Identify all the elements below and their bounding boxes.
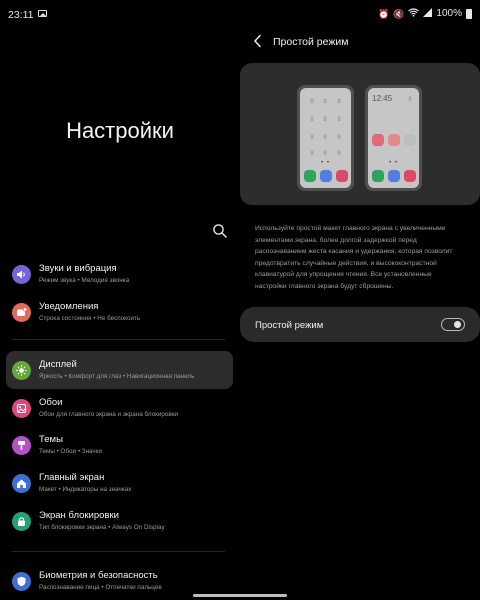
wifi-icon: [408, 8, 420, 19]
divider: [12, 339, 225, 340]
status-bar: 23:11 ⏰ 🔇 100%: [0, 0, 480, 28]
page-indicator: • •: [389, 160, 398, 166]
dock-app-icon: [388, 170, 400, 182]
shield-icon: [12, 572, 31, 591]
battery-icon: [466, 8, 472, 19]
large-app-icon: [404, 134, 416, 146]
notification-icon: [12, 303, 31, 322]
small-app-icon: 8: [310, 151, 314, 157]
standard-layout-phone: 8 8 8 8 8 8 8 8 8 8 8 8 • •: [297, 85, 354, 191]
item-title: Звуки и вибрация: [39, 263, 117, 274]
settings-item-notifications[interactable]: Уведомления Строка состояния • Не беспок…: [6, 293, 233, 331]
small-app-icon: 8: [337, 99, 341, 105]
easy-mode-description: Используйте простой макет главного экран…: [255, 225, 453, 290]
chevron-left-icon: [254, 34, 261, 48]
small-app-icon: 8: [337, 117, 341, 123]
settings-item-home-screen[interactable]: Главный экран Макет • Индикаторы на знач…: [6, 464, 233, 502]
item-subtitle: Тип блокировки экрана • Always On Displa…: [39, 524, 165, 531]
item-subtitle: Макет • Индикаторы на значках: [39, 486, 132, 493]
small-app-icon: 8: [323, 117, 327, 123]
wallpaper-icon: [12, 399, 31, 418]
item-title: Главный экран: [39, 472, 105, 483]
dock-app-icon: [336, 170, 348, 182]
easy-mode-toggle-row[interactable]: Простой режим: [240, 307, 480, 342]
dock-app-icon: [372, 170, 384, 182]
item-title: Дисплей: [39, 359, 77, 370]
toggle-label: Простой режим: [255, 320, 324, 331]
phone-screen: 12:45 8 • •: [368, 88, 419, 188]
search-button[interactable]: [211, 222, 229, 240]
mute-icon: 🔇: [393, 8, 405, 19]
battery-percent: 100%: [436, 8, 462, 19]
item-title: Обои: [39, 397, 63, 408]
item-title: Экран блокировки: [39, 510, 119, 521]
small-app-icon: 8: [323, 151, 327, 157]
search-icon: [213, 224, 227, 238]
gesture-bar[interactable]: [193, 594, 287, 597]
dock-app-icon: [404, 170, 416, 182]
settings-item-sounds[interactable]: Звуки и вибрация Режим звука • Мелодия з…: [6, 255, 233, 293]
settings-item-themes[interactable]: Темы Темы • Обои • Значки: [6, 426, 233, 464]
small-app-icon: 8: [323, 99, 327, 105]
small-app-icon: 8: [310, 117, 314, 123]
page-title: Настройки: [66, 118, 174, 143]
alarm-icon: ⏰: [377, 8, 390, 19]
dock-app-icon: [320, 170, 332, 182]
item-subtitle: Обои для главного экрана и экрана блокир…: [39, 411, 178, 418]
item-title: Темы: [39, 434, 63, 445]
easy-mode-phone: 12:45 8 • •: [365, 85, 422, 191]
small-app-icon: 8: [310, 99, 314, 105]
item-title: Биометрия и безопасность: [39, 570, 158, 581]
detail-title: Простой режим: [273, 36, 349, 48]
item-subtitle: Строка состояния • Не беспокоить: [39, 315, 141, 322]
easy-mode-switch[interactable]: [441, 318, 465, 331]
settings-item-display[interactable]: Дисплей Яркость • Комфорт для глаз • Нав…: [6, 351, 233, 389]
item-subtitle: Темы • Обои • Значки: [39, 448, 102, 455]
back-button[interactable]: [250, 33, 266, 49]
page-indicator: • •: [321, 160, 330, 166]
item-subtitle: Режим звука • Мелодия звонка: [39, 277, 130, 284]
easy-mode-preview: 8 8 8 8 8 8 8 8 8 8 8 8 • • 12:45 8 • •: [240, 63, 480, 205]
home-icon: [12, 474, 31, 493]
large-app-icon: [388, 134, 400, 146]
item-subtitle: Распознавание лица • Отпечатки пальцев: [39, 584, 162, 591]
small-app-icon: 8: [337, 151, 341, 157]
settings-item-lock-screen[interactable]: Экран блокировки Тип блокировки экрана •…: [6, 502, 233, 540]
large-app-icon: [372, 134, 384, 146]
item-title: Уведомления: [39, 301, 99, 312]
small-app-icon: 8: [323, 135, 327, 141]
switch-knob: [454, 320, 461, 328]
volume-icon: [12, 265, 31, 284]
status-icons: ⏰ 🔇 100%: [378, 8, 472, 19]
settings-item-wallpaper[interactable]: Обои Обои для главного экрана и экрана б…: [6, 389, 233, 427]
divider: [12, 551, 225, 552]
small-app-icon: 8: [408, 97, 412, 103]
lock-icon: [12, 512, 31, 531]
brush-icon: [12, 436, 31, 455]
dock-app-icon: [304, 170, 316, 182]
phone-screen: 8 8 8 8 8 8 8 8 8 8 8 8 • •: [300, 88, 351, 188]
small-app-icon: 8: [310, 135, 314, 141]
sun-icon: [12, 361, 31, 380]
item-subtitle: Яркость • Комфорт для глаз • Навигационн…: [39, 373, 195, 380]
small-app-icon: 8: [337, 135, 341, 141]
preview-clock: 12:45: [372, 94, 393, 103]
gallery-icon: [38, 10, 47, 17]
signal-icon: [423, 8, 433, 19]
status-time: 23:11: [8, 9, 34, 21]
